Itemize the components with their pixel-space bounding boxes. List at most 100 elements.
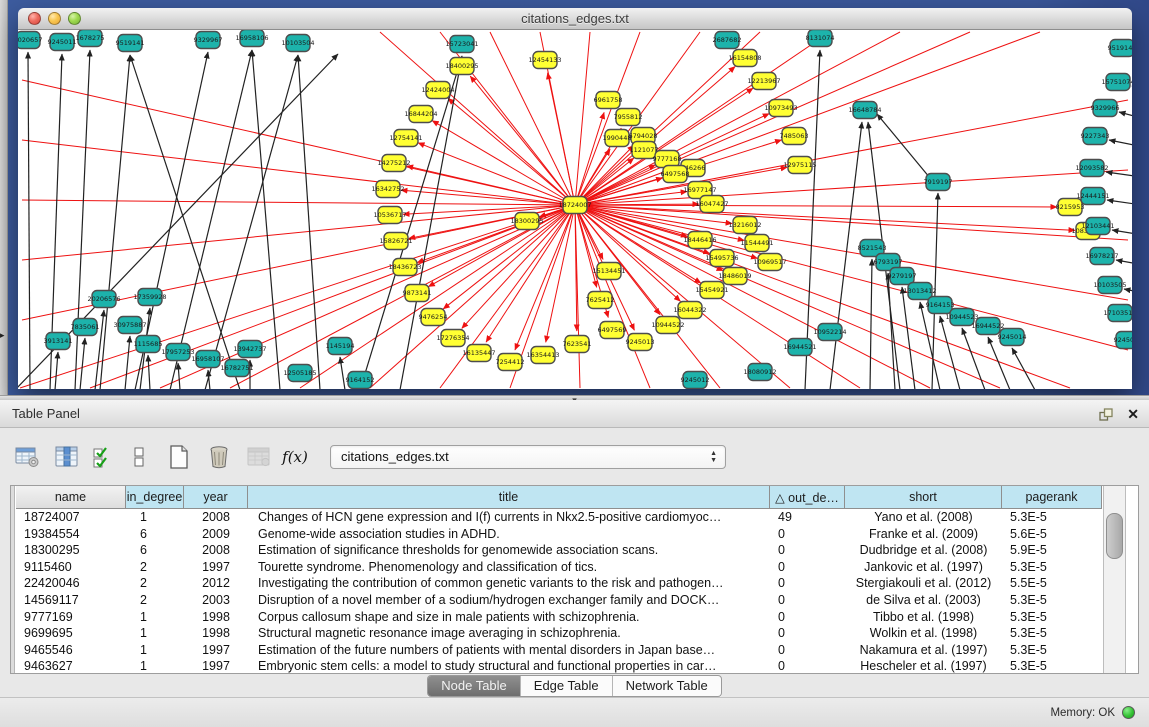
graph-node[interactable]: 16354413 bbox=[526, 347, 559, 364]
cell-in_degree[interactable]: 1 bbox=[126, 509, 184, 526]
cell-name[interactable]: 18724007 bbox=[16, 509, 126, 526]
cell-out_de[interactable]: 0 bbox=[770, 642, 845, 659]
cell-pagerank[interactable]: 5.9E-5 bbox=[1002, 542, 1102, 559]
delete-table-button[interactable] bbox=[206, 444, 232, 470]
tab-edge-table[interactable]: Edge Table bbox=[520, 676, 612, 696]
graph-node[interactable]: 6497569 bbox=[598, 322, 627, 339]
graph-node[interactable]: 2020657 bbox=[18, 32, 42, 49]
graph-node[interactable]: 9245014 bbox=[998, 329, 1027, 346]
graph-node[interactable]: 9245015 bbox=[1114, 332, 1132, 349]
cell-pagerank[interactable]: 5.5E-5 bbox=[1002, 575, 1102, 592]
graph-node[interactable]: 1990448 bbox=[603, 130, 632, 147]
column-header-pagerank[interactable]: pagerank bbox=[1002, 486, 1102, 509]
graph-node[interactable]: 18300295 bbox=[510, 213, 543, 230]
graph-node[interactable]: 9329967 bbox=[194, 32, 223, 49]
graph-node[interactable]: 10536717 bbox=[373, 207, 406, 224]
graph-node[interactable]: 7254412 bbox=[496, 354, 525, 371]
cell-pagerank[interactable]: 5.3E-5 bbox=[1002, 609, 1102, 626]
graph-edge[interactable] bbox=[170, 50, 252, 389]
graph-node[interactable]: 12505185 bbox=[283, 365, 316, 382]
cell-title[interactable]: Embryonic stem cells: a model to study s… bbox=[248, 658, 770, 674]
table-row[interactable]: 946362711997Embryonic stem cells: a mode… bbox=[16, 658, 1102, 674]
table-row[interactable]: 1456911722003Disruption of a novel membe… bbox=[16, 592, 1102, 609]
cell-out_de[interactable]: 0 bbox=[770, 658, 845, 674]
graph-node[interactable]: 17957253 bbox=[161, 344, 194, 361]
cell-pagerank[interactable]: 5.3E-5 bbox=[1002, 592, 1102, 609]
graph-node[interactable]: 8131074 bbox=[806, 30, 835, 47]
graph-node[interactable]: 11544491 bbox=[740, 235, 773, 252]
table-row[interactable]: 911546021997Tourette syndrome. Phenomeno… bbox=[16, 559, 1102, 576]
graph-edge[interactable] bbox=[962, 328, 985, 389]
unselect-all-button[interactable] bbox=[126, 444, 152, 470]
cell-out_de[interactable]: 49 bbox=[770, 509, 845, 526]
cell-title[interactable]: Structural magnetic resonance image aver… bbox=[248, 625, 770, 642]
cell-short[interactable]: Dudbridge et al. (2008) bbox=[845, 542, 1002, 559]
graph-node[interactable]: 6497568 bbox=[661, 166, 690, 183]
graph-edge[interactable] bbox=[1112, 230, 1132, 236]
graph-edge[interactable] bbox=[100, 55, 130, 389]
graph-edge[interactable] bbox=[28, 52, 30, 389]
graph-node[interactable]: 13942737 bbox=[233, 341, 266, 358]
table-row[interactable]: 1938455462009Genome-wide association stu… bbox=[16, 526, 1102, 543]
cell-short[interactable]: de Silva et al. (2003) bbox=[845, 592, 1002, 609]
cell-pagerank[interactable]: 5.6E-5 bbox=[1002, 526, 1102, 543]
cell-in_degree[interactable]: 6 bbox=[126, 526, 184, 543]
cell-name[interactable]: 9463627 bbox=[16, 658, 126, 674]
graph-edge[interactable] bbox=[888, 273, 895, 389]
network-table-select[interactable]: citations_edges.txt ▲▼ bbox=[330, 445, 726, 469]
cell-in_degree[interactable]: 1 bbox=[126, 658, 184, 674]
graph-node[interactable]: 12454133 bbox=[528, 52, 561, 69]
graph-node[interactable]: 15826721 bbox=[379, 233, 412, 250]
zoom-window-button[interactable] bbox=[68, 12, 81, 25]
close-window-button[interactable] bbox=[28, 12, 41, 25]
graph-node[interactable]: 9245013 bbox=[626, 334, 655, 351]
graph-node[interactable]: 6961758 bbox=[594, 92, 623, 109]
graph-edge[interactable] bbox=[432, 121, 575, 205]
graph-node[interactable]: 16844204 bbox=[404, 106, 437, 123]
cell-year[interactable]: 2008 bbox=[184, 542, 248, 559]
cell-name[interactable]: 22420046 bbox=[16, 575, 126, 592]
graph-node[interactable]: 16648784 bbox=[848, 102, 881, 119]
graph-node[interactable]: 7835061 bbox=[71, 319, 100, 336]
cell-title[interactable]: Estimation of significance thresholds fo… bbox=[248, 542, 770, 559]
cell-short[interactable]: Yano et al. (2008) bbox=[845, 509, 1002, 526]
graph-edge[interactable] bbox=[1116, 260, 1132, 266]
west-panel-expand-arrow-icon[interactable]: ▸ bbox=[0, 330, 5, 341]
column-header-title[interactable]: title bbox=[248, 486, 770, 509]
graph-node[interactable]: 17103514 bbox=[1103, 305, 1132, 322]
graph-node[interactable]: 9245012 bbox=[681, 372, 710, 389]
cell-year[interactable]: 2012 bbox=[184, 575, 248, 592]
cell-year[interactable]: 2003 bbox=[184, 592, 248, 609]
cell-out_de[interactable]: 0 bbox=[770, 526, 845, 543]
graph-node[interactable]: 16044322 bbox=[673, 302, 706, 319]
graph-node[interactable]: 15723041 bbox=[445, 36, 478, 53]
graph-node[interactable]: 10973493 bbox=[764, 100, 797, 117]
graph-edge[interactable] bbox=[298, 55, 320, 389]
graph-node[interactable]: 16154808 bbox=[728, 50, 761, 67]
table-row[interactable]: 946554611997Estimation of the future num… bbox=[16, 642, 1102, 659]
graph-node[interactable]: 18400295 bbox=[445, 58, 478, 75]
graph-node[interactable]: 9329966 bbox=[1091, 100, 1120, 117]
graph-edge[interactable] bbox=[920, 302, 940, 389]
float-panel-icon[interactable] bbox=[1099, 408, 1113, 421]
graph-node[interactable]: 2687682 bbox=[713, 32, 742, 49]
cell-short[interactable]: Wolkin et al. (1998) bbox=[845, 625, 1002, 642]
graph-edge[interactable] bbox=[55, 352, 58, 389]
memory-status-indicator[interactable] bbox=[1122, 706, 1135, 719]
graph-node[interactable]: 12444151 bbox=[1076, 188, 1109, 205]
graph-node[interactable]: 10944522 bbox=[651, 317, 684, 334]
graph-edge[interactable] bbox=[403, 205, 575, 214]
graph-edge[interactable] bbox=[940, 316, 960, 389]
graph-node[interactable]: 16047427 bbox=[695, 196, 728, 213]
cell-out_de[interactable]: 0 bbox=[770, 575, 845, 592]
graph-node[interactable]: 16944521 bbox=[783, 339, 816, 356]
graph-node[interactable]: 17359928 bbox=[133, 289, 166, 306]
column-header-in_degree[interactable]: in_degree bbox=[126, 486, 184, 509]
cell-name[interactable]: 14569117 bbox=[16, 592, 126, 609]
new-table-button[interactable] bbox=[166, 444, 192, 470]
graph-node[interactable]: 18446416 bbox=[683, 232, 716, 249]
graph-node[interactable]: 1115685 bbox=[134, 336, 163, 353]
graph-node[interactable]: 9164152 bbox=[346, 372, 375, 389]
cell-in_degree[interactable]: 2 bbox=[126, 592, 184, 609]
graph-node[interactable]: 7485063 bbox=[780, 128, 809, 145]
